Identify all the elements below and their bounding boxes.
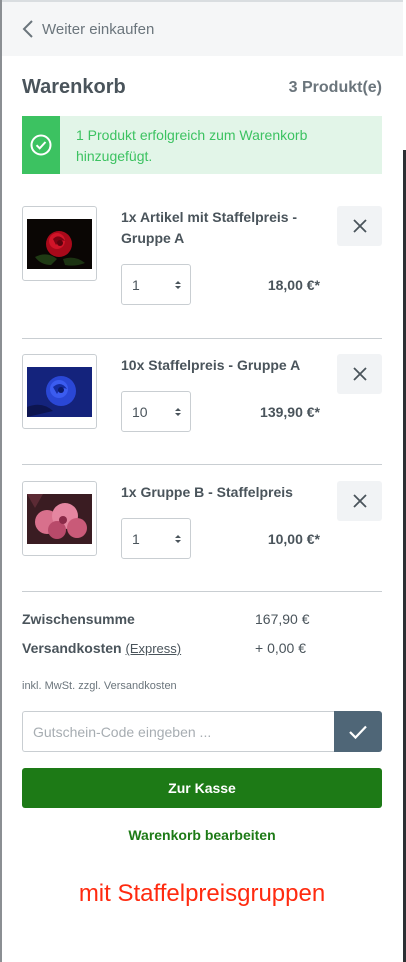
- shipping-label-group: Versandkosten (Express): [22, 640, 181, 656]
- remove-item-button[interactable]: [337, 354, 382, 394]
- close-icon: [352, 219, 367, 233]
- product-name[interactable]: 10x Staffelpreis - Gruppe A: [121, 355, 321, 376]
- product-image[interactable]: [22, 481, 97, 556]
- success-alert: 1 Produkt erfolgreich zum Warenkorb hinz…: [22, 116, 382, 174]
- select-arrows-icon: [175, 280, 181, 289]
- shipping-label: Versandkosten: [22, 640, 122, 656]
- checkmark-icon: [349, 725, 367, 739]
- quantity-value: 1: [132, 530, 140, 547]
- product-image[interactable]: [22, 206, 97, 281]
- page-title: Warenkorb: [22, 76, 126, 98]
- remove-item-button[interactable]: [337, 481, 382, 521]
- select-arrows-icon: [175, 534, 181, 543]
- divider: [22, 464, 382, 465]
- subtotal-label: Zwischensumme: [22, 611, 135, 627]
- shipping-value: + 0,00 €: [255, 640, 306, 656]
- checkmark-circle-icon: [22, 116, 60, 174]
- subtotal-row: Zwischensumme 167,90 €: [22, 611, 382, 631]
- checkout-button[interactable]: Zur Kasse: [22, 768, 382, 808]
- quantity-select[interactable]: 1: [121, 518, 191, 559]
- quantity-value: 1: [132, 276, 140, 293]
- cart-item: 10x Staffelpreis - Gruppe A 10 139,90 €*: [22, 354, 382, 444]
- product-name[interactable]: 1x Artikel mit Staffelpreis - Gruppe A: [121, 207, 321, 249]
- top-navigation: Weiter einkaufen: [2, 0, 403, 56]
- quantity-select[interactable]: 1: [121, 264, 191, 305]
- cart-item: 1x Artikel mit Staffelpreis - Gruppe A 1…: [22, 206, 382, 316]
- shipping-row: Versandkosten (Express) + 0,00 €: [22, 640, 382, 660]
- left-edge: [0, 0, 2, 962]
- cart-item: 1x Gruppe B - Staffelpreis 1 10,00 €*: [22, 481, 382, 571]
- select-arrows-icon: [175, 407, 181, 416]
- quantity-value: 10: [132, 403, 148, 420]
- red-rose-image: [27, 218, 92, 269]
- divider: [22, 338, 382, 339]
- annotation-text: mit Staffelpreisgruppen: [78, 880, 326, 907]
- blue-rose-image: [27, 366, 92, 417]
- product-count: 3 Produkt(e): [288, 78, 382, 96]
- cart-header: Warenkorb 3 Produkt(e): [22, 76, 382, 99]
- chevron-left-icon[interactable]: [22, 19, 36, 39]
- item-price: 10,00 €*: [267, 531, 320, 547]
- continue-shopping-link[interactable]: Weiter einkaufen: [42, 21, 154, 38]
- subtotal-value: 167,90 €: [255, 611, 310, 627]
- remove-item-button[interactable]: [337, 206, 382, 246]
- quantity-select[interactable]: 10: [121, 391, 191, 432]
- alert-message: 1 Produkt erfolgreich zum Warenkorb hinz…: [76, 127, 308, 164]
- close-icon: [352, 494, 367, 508]
- voucher-code-input[interactable]: [22, 711, 334, 752]
- vat-note: inkl. MwSt. zzgl. Versandkosten: [22, 680, 177, 692]
- item-price: 139,90 €*: [260, 404, 320, 420]
- voucher-submit-button[interactable]: [334, 711, 382, 752]
- divider: [22, 591, 382, 592]
- pink-flower-image: [27, 493, 92, 544]
- product-image[interactable]: [22, 354, 97, 429]
- product-name[interactable]: 1x Gruppe B - Staffelpreis: [121, 482, 321, 503]
- item-price: 18,00 €*: [267, 277, 320, 293]
- voucher-form: [22, 711, 382, 752]
- edit-cart-link[interactable]: Warenkorb bearbeiten: [22, 827, 382, 843]
- shipping-method-link[interactable]: (Express): [126, 641, 182, 656]
- close-icon: [352, 367, 367, 381]
